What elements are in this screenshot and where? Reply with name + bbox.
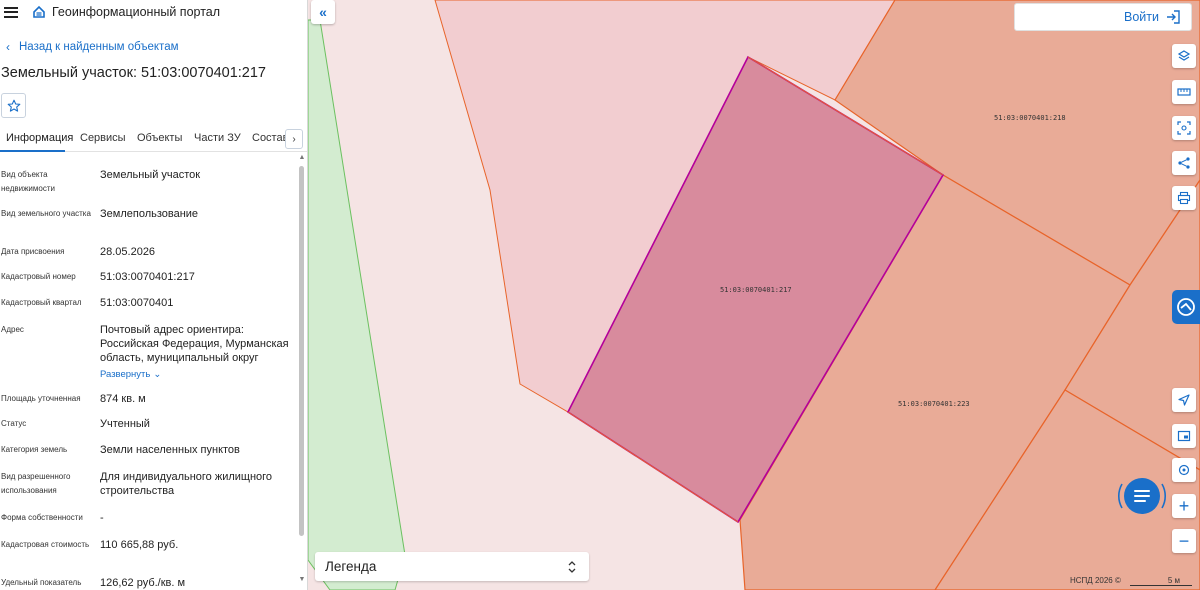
layers-icon: [1177, 50, 1191, 61]
property-value: 110 665,88 руб.: [100, 539, 179, 551]
property-key: Категория земель: [1, 445, 68, 454]
scrollbar-thumb[interactable]: [299, 166, 304, 536]
property-value: 126,62 руб./кв. м: [100, 577, 186, 589]
map-parcels: [308, 0, 1200, 590]
legend-selector[interactable]: Легенда: [315, 552, 589, 581]
legend-label: Легенда: [325, 559, 377, 574]
app-root: Геоинформационный портал ‹ Назад к найде…: [0, 0, 1200, 590]
chat-icon: [1118, 478, 1166, 514]
locate-button[interactable]: [1172, 388, 1196, 412]
property-key: Дата присвоения: [1, 247, 65, 256]
locate-icon: [1178, 394, 1190, 406]
select-area-icon: [1177, 121, 1191, 135]
property-value: Почтовый адрес ориентира: Российская Фед…: [100, 324, 289, 364]
property-key: Кадастровая стоимость: [1, 540, 90, 549]
property-value: 51:03:0070401:217: [100, 271, 195, 283]
tab-services[interactable]: Сервисы: [80, 132, 126, 144]
login-label: Войти: [1124, 10, 1159, 24]
login-button[interactable]: Войти: [1014, 3, 1192, 31]
expand-label: Развернуть: [100, 369, 151, 380]
chevron-right-icon: ›: [292, 133, 296, 145]
map-canvas[interactable]: [308, 0, 1200, 590]
sidebar-scrollbar[interactable]: ▲ ▼: [298, 152, 306, 590]
geolocation-icon: [1178, 464, 1190, 476]
portal-logo-icon: [33, 5, 45, 18]
info-tabs: Информация Сервисы Объекты Части ЗУ Сост…: [0, 126, 307, 152]
chevron-up-down-icon: [568, 560, 576, 573]
chevron-left-icon: ‹: [6, 40, 10, 54]
zoom-out-button[interactable]: −: [1172, 529, 1196, 553]
layers-button[interactable]: [1172, 44, 1196, 68]
info-sidebar: Геоинформационный портал ‹ Назад к найде…: [0, 0, 308, 590]
property-key: Вид разрешенного использования: [1, 472, 71, 495]
tabs-scroll-right-button[interactable]: ›: [285, 129, 303, 149]
select-area-button[interactable]: [1172, 116, 1196, 140]
property-value: Для индивидуального жилищного строительс…: [100, 471, 273, 497]
zoom-out-icon: −: [1178, 531, 1190, 551]
share-icon: [1178, 157, 1190, 169]
parcel-label-223: 51:03:0070401:223: [898, 400, 970, 408]
assistant-icon: [1177, 298, 1195, 316]
property-key: Кадастровый квартал: [1, 298, 82, 307]
property-key: Статус: [1, 419, 27, 428]
property-list: Вид объекта недвижимости Земельный участ…: [0, 152, 300, 590]
star-icon: [7, 99, 20, 112]
scale-bar: 5 м: [1130, 576, 1192, 586]
object-title: Земельный участок: 51:03:0070401:217: [1, 65, 266, 81]
property-value: Учтенный: [100, 418, 150, 430]
top-bar: Геоинформационный портал: [0, 0, 307, 24]
parcel-label-217: 51:03:0070401:217: [720, 286, 792, 294]
zoom-in-button[interactable]: +: [1172, 494, 1196, 518]
green-zone: [308, 19, 406, 590]
assistant-panel-button[interactable]: [1172, 290, 1200, 324]
double-chevron-left-icon: «: [319, 4, 327, 20]
chat-button[interactable]: [1116, 470, 1168, 522]
minimap-icon: [1177, 430, 1191, 442]
tab-information[interactable]: Информация: [6, 132, 73, 144]
tab-objects[interactable]: Объекты: [137, 132, 182, 144]
chevron-down-icon: ⌄: [153, 369, 162, 380]
property-key: Адрес: [1, 325, 24, 334]
ruler-icon: [1177, 88, 1191, 96]
tab-parts[interactable]: Части ЗУ: [194, 132, 241, 144]
parcel-label-218: 51:03:0070401:218: [994, 114, 1066, 122]
property-value: Земельный участок: [100, 169, 201, 181]
back-link-label: Назад к найденным объектам: [19, 41, 179, 53]
tab-composition[interactable]: Состав: [252, 132, 288, 144]
property-value: 51:03:0070401: [100, 297, 174, 309]
property-value: Земли населенных пунктов: [100, 444, 240, 456]
ruler-button[interactable]: [1172, 80, 1196, 104]
share-button[interactable]: [1172, 151, 1196, 175]
property-value: -: [100, 512, 104, 524]
property-value: 874 кв. м: [100, 393, 146, 405]
property-key: Форма собственности: [1, 513, 83, 522]
login-icon: [1167, 10, 1180, 24]
map-attribution: НСПД 2026 ©: [1070, 576, 1121, 585]
property-value: Землепользование: [100, 208, 199, 220]
print-button[interactable]: [1172, 186, 1196, 210]
minimap-button[interactable]: [1172, 424, 1196, 448]
property-key: Площадь уточненная: [1, 394, 81, 403]
property-key: Вид объекта недвижимости: [1, 170, 55, 193]
collapse-sidebar-button[interactable]: «: [311, 0, 335, 24]
property-value: 28.05.2026: [100, 246, 156, 258]
zoom-in-icon: +: [1178, 496, 1190, 516]
geolocation-button[interactable]: [1172, 458, 1196, 482]
favorite-button[interactable]: [1, 93, 26, 118]
expand-address-link[interactable]: Развернуть ⌄: [100, 367, 295, 382]
scroll-down-icon[interactable]: ▼: [298, 576, 306, 583]
menu-icon[interactable]: [4, 6, 18, 18]
portal-title: Геоинформационный портал: [52, 5, 221, 19]
scroll-up-icon[interactable]: ▲: [298, 154, 306, 161]
property-key: Вид земельного участка: [1, 209, 91, 218]
back-to-results-link[interactable]: ‹ Назад к найденным объектам: [6, 40, 179, 54]
print-icon: [1177, 191, 1191, 205]
property-key: Кадастровый номер: [1, 272, 76, 281]
property-key: Удельный показатель: [1, 578, 82, 587]
